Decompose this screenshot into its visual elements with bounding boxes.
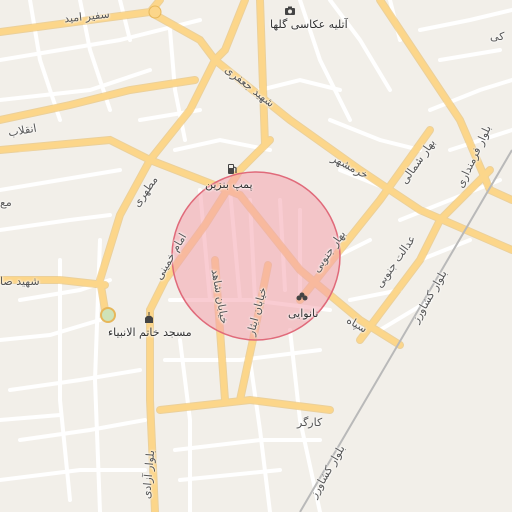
map-canvas[interactable] <box>0 0 512 512</box>
mosque-icon[interactable] <box>143 312 155 324</box>
camera-icon[interactable] <box>284 6 296 16</box>
map-view[interactable]: سفیر امید آتلیه عکاسی گلها شهید جعفری ان… <box>0 0 512 512</box>
roundabout-north <box>148 5 162 19</box>
label-edge-ki: کی <box>490 30 505 43</box>
label-masjed: مسجد خاتم الانبیاء <box>108 326 192 339</box>
label-nanvaei: نانوایی <box>288 307 319 320</box>
label-pomp-benzin: پمپ بنزین <box>205 178 253 191</box>
label-kargar: کارگر <box>297 416 323 429</box>
roundabout-west <box>100 307 116 323</box>
bakery-icon[interactable] <box>296 292 308 302</box>
label-atelier: آتلیه عکاسی گلها <box>270 18 348 31</box>
fuel-pump-icon[interactable] <box>226 163 238 175</box>
label-edge-ma: مع <box>0 196 12 209</box>
label-shahid-sa: شهید صا <box>0 275 40 288</box>
